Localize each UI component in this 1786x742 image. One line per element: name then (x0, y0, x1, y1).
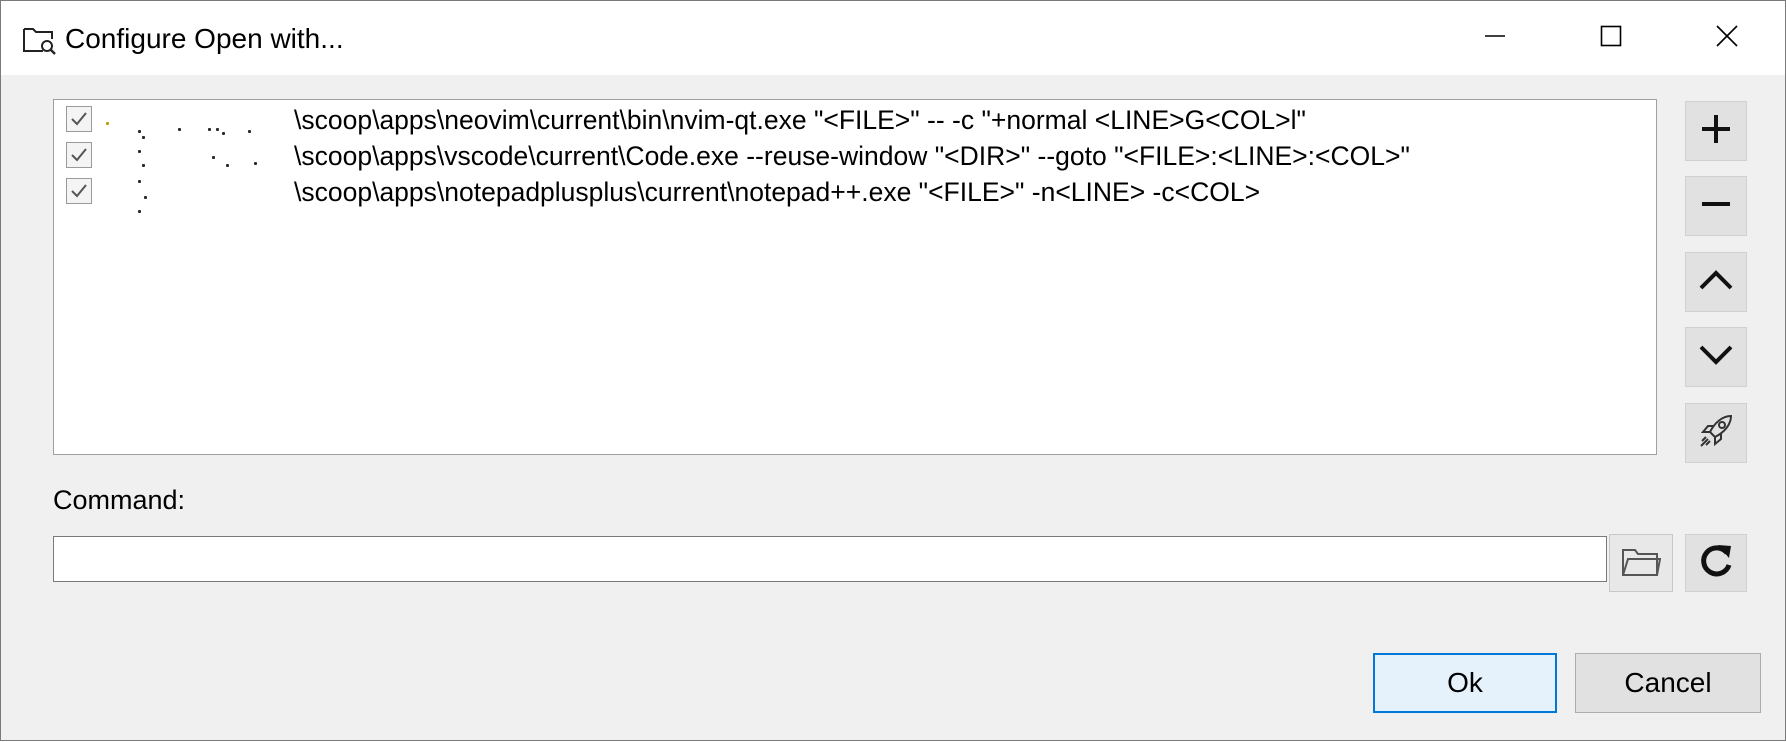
folder-icon (1621, 544, 1662, 583)
configure-open-with-dialog: Configure Open with... \scoop\apps\neovi… (0, 0, 1786, 741)
maximize-button[interactable] (1553, 1, 1669, 75)
title-bar[interactable]: Configure Open with... (1, 1, 1785, 75)
list-item[interactable]: \scoop\apps\notepadplusplus\current\note… (60, 174, 1650, 213)
ok-button[interactable]: Ok (1373, 653, 1557, 713)
rocket-icon (1697, 412, 1735, 455)
browse-button[interactable] (1609, 534, 1673, 592)
add-editor-button[interactable] (1685, 101, 1747, 161)
minus-icon (1698, 186, 1734, 227)
editor-list[interactable]: \scoop\apps\neovim\current\bin\nvim-qt.e… (53, 99, 1657, 455)
chevron-down-icon (1698, 337, 1734, 378)
editor-name (104, 104, 284, 139)
close-icon (1716, 24, 1738, 52)
editor-command: \scoop\apps\vscode\current\Code.exe --re… (294, 141, 1410, 171)
editor-command: \scoop\apps\notepadplusplus\current\note… (294, 177, 1261, 207)
editor-name (104, 176, 284, 213)
move-up-button[interactable] (1685, 252, 1747, 312)
minimize-button[interactable] (1437, 1, 1553, 75)
command-label: Command: (53, 485, 186, 515)
enabled-checkbox[interactable] (66, 106, 92, 132)
cancel-button[interactable]: Cancel (1575, 653, 1761, 713)
editor-command: \scoop\apps\neovim\current\bin\nvim-qt.e… (294, 105, 1306, 135)
launch-editor-button[interactable] (1685, 403, 1747, 463)
list-item[interactable]: \scoop\apps\vscode\current\Code.exe --re… (60, 138, 1650, 174)
list-item[interactable]: \scoop\apps\neovim\current\bin\nvim-qt.e… (60, 102, 1650, 139)
move-down-button[interactable] (1685, 327, 1747, 387)
close-button[interactable] (1669, 1, 1785, 75)
maximize-icon (1600, 25, 1622, 52)
reset-command-button[interactable] (1685, 534, 1747, 592)
refresh-icon (1696, 541, 1736, 586)
enabled-checkbox[interactable] (66, 178, 92, 204)
minimize-icon (1484, 25, 1506, 52)
chevron-up-icon (1698, 262, 1734, 303)
enabled-checkbox[interactable] (66, 142, 92, 168)
window-title: Configure Open with... (65, 23, 344, 54)
remove-editor-button[interactable] (1685, 176, 1747, 236)
plus-icon (1698, 111, 1734, 152)
folder-search-icon (21, 21, 57, 57)
editor-name (104, 140, 284, 170)
command-input[interactable] (53, 536, 1607, 582)
